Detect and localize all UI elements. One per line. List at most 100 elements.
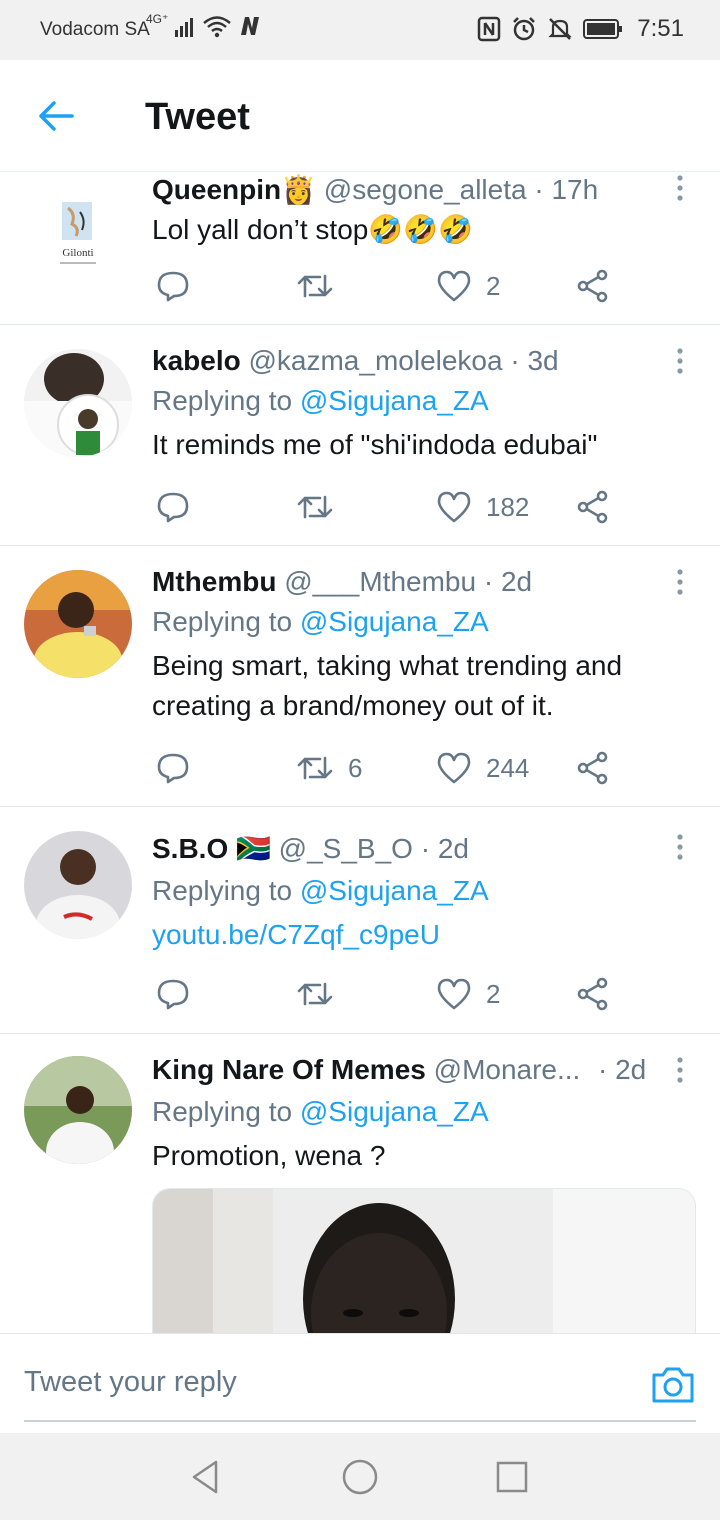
retweet-button[interactable] bbox=[296, 264, 348, 308]
share-button[interactable] bbox=[576, 264, 610, 308]
tweet[interactable]: Mthembu @___Mthembu · 2d Replying to @Si… bbox=[0, 546, 720, 807]
replying-label: Replying to bbox=[152, 606, 293, 637]
wifi-icon bbox=[203, 16, 232, 38]
tweet-link[interactable]: youtu.be/C7Zqf_c9peU bbox=[152, 915, 696, 955]
reply-composer: Tweet your reply bbox=[0, 1333, 720, 1433]
like-button[interactable]: 244 bbox=[436, 746, 529, 790]
back-button[interactable] bbox=[34, 94, 78, 138]
reply-input[interactable]: Tweet your reply bbox=[24, 1366, 237, 1399]
display-name[interactable]: Queenpin👸 bbox=[152, 174, 316, 205]
tweet-text: Promotion, wena ? bbox=[152, 1140, 386, 1171]
tweet-text: Lol yall don’t stop🤣🤣🤣 bbox=[152, 214, 473, 245]
tweet-text: Being smart, taking what trending and cr… bbox=[152, 650, 623, 721]
nav-back-button[interactable] bbox=[186, 1457, 226, 1497]
retweet-count: 6 bbox=[348, 752, 363, 783]
replying-label: Replying to bbox=[152, 1096, 293, 1127]
battery-icon bbox=[583, 19, 623, 39]
avatar[interactable] bbox=[24, 1056, 132, 1164]
media-photo bbox=[153, 1189, 695, 1333]
heart-icon bbox=[437, 491, 471, 523]
camera-icon bbox=[652, 1367, 694, 1403]
reply-button[interactable] bbox=[156, 972, 190, 1016]
carrier-name: Vodacom SA bbox=[40, 19, 150, 40]
like-button[interactable]: 2 bbox=[436, 972, 500, 1016]
back-triangle-icon bbox=[192, 1460, 218, 1494]
replying-label: Replying to bbox=[152, 385, 293, 416]
avatar[interactable] bbox=[24, 831, 132, 939]
nav-home-button[interactable] bbox=[340, 1457, 380, 1497]
heart-icon bbox=[437, 752, 471, 784]
share-button[interactable] bbox=[576, 746, 610, 790]
share-icon bbox=[577, 490, 608, 524]
user-handle: @Monare... bbox=[433, 1054, 581, 1085]
display-name[interactable]: Mthembu bbox=[152, 566, 276, 597]
replying-to-link[interactable]: @Sigujana_ZA bbox=[300, 1096, 489, 1127]
retweet-button[interactable] bbox=[296, 485, 348, 529]
page-title: Tweet bbox=[145, 96, 250, 138]
avatar-image bbox=[24, 831, 132, 939]
retweet-icon bbox=[297, 756, 333, 780]
like-button[interactable]: 2 bbox=[436, 264, 500, 308]
camera-button[interactable] bbox=[650, 1362, 696, 1408]
status-bar: Vodacom SA 4G⁺ 7:51 bbox=[0, 0, 720, 60]
retweet-icon bbox=[297, 982, 333, 1006]
replying-to-link[interactable]: @Sigujana_ZA bbox=[300, 606, 489, 637]
gilonti-logo-icon: Gilonti bbox=[60, 202, 96, 264]
replying-label: Replying to bbox=[152, 875, 293, 906]
tweet-time: · 3d bbox=[510, 345, 559, 376]
more-options-icon[interactable] bbox=[670, 833, 690, 863]
replying-to-link[interactable]: @Sigujana_ZA bbox=[300, 875, 489, 906]
more-options-icon[interactable] bbox=[670, 174, 690, 204]
nav-recents-button[interactable] bbox=[492, 1457, 532, 1497]
app-header: Tweet bbox=[0, 60, 720, 172]
recents-square-icon bbox=[496, 1461, 528, 1493]
avatar-image bbox=[24, 1056, 132, 1164]
replying-to-link[interactable]: @Sigujana_ZA bbox=[300, 385, 489, 416]
heart-icon bbox=[437, 978, 471, 1010]
tweet[interactable]: S.B.O 🇿🇦 @_S_B_O · 2d Replying to @Siguj… bbox=[0, 807, 720, 1034]
tweet-media-image[interactable] bbox=[152, 1188, 696, 1333]
reply-button[interactable] bbox=[156, 264, 190, 308]
avatar-logo-text: Gilonti bbox=[62, 247, 93, 259]
share-icon bbox=[577, 751, 608, 785]
comment-icon bbox=[157, 271, 189, 302]
more-options-icon[interactable] bbox=[670, 1056, 690, 1086]
tweet-text: It reminds me of "shi'indoda edubai" bbox=[152, 429, 598, 460]
avatar[interactable]: Gilonti bbox=[24, 184, 132, 274]
signal-icon bbox=[175, 18, 194, 37]
tweet-time: · 2d bbox=[598, 1054, 647, 1085]
avatar[interactable] bbox=[24, 570, 132, 678]
retweet-icon bbox=[297, 274, 333, 298]
more-options-icon[interactable] bbox=[670, 568, 690, 598]
share-button[interactable] bbox=[576, 485, 610, 529]
user-handle: @_S_B_O bbox=[278, 833, 413, 864]
share-button[interactable] bbox=[576, 972, 610, 1016]
avatar[interactable] bbox=[24, 349, 132, 457]
retweet-button[interactable]: 6 bbox=[296, 746, 362, 790]
tweet-time: · 17h bbox=[534, 174, 599, 205]
retweet-button[interactable] bbox=[296, 972, 348, 1016]
tweet[interactable]: kabelo @kazma_molelekoa · 3d Replying to… bbox=[0, 325, 720, 546]
display-name[interactable]: S.B.O 🇿🇦 bbox=[152, 833, 271, 864]
tweet[interactable]: Gilonti Queenpin👸 @segone_alleta · 17h L… bbox=[0, 172, 720, 325]
like-button[interactable]: 182 bbox=[436, 485, 529, 529]
tweet[interactable]: King Nare Of Memes @Monare... · 2d Reply… bbox=[0, 1034, 720, 1333]
user-handle: @___Mthembu bbox=[284, 566, 477, 597]
more-options-icon[interactable] bbox=[670, 347, 690, 377]
like-count: 182 bbox=[486, 491, 530, 522]
home-circle-icon bbox=[342, 1459, 378, 1495]
like-count: 244 bbox=[486, 752, 530, 783]
display-name[interactable]: King Nare Of Memes bbox=[152, 1054, 426, 1085]
network-type: 4G⁺ bbox=[146, 12, 169, 26]
comment-icon bbox=[157, 753, 189, 784]
mute-icon bbox=[548, 18, 572, 40]
reply-button[interactable] bbox=[156, 485, 190, 529]
arrow-left-icon bbox=[39, 101, 74, 131]
user-handle: @segone_alleta bbox=[323, 174, 527, 205]
share-icon bbox=[577, 977, 608, 1011]
reply-button[interactable] bbox=[156, 746, 190, 790]
display-name[interactable]: kabelo bbox=[152, 345, 241, 376]
like-count: 2 bbox=[486, 270, 501, 301]
retweet-icon bbox=[297, 495, 333, 519]
nfc-icon bbox=[478, 16, 501, 42]
